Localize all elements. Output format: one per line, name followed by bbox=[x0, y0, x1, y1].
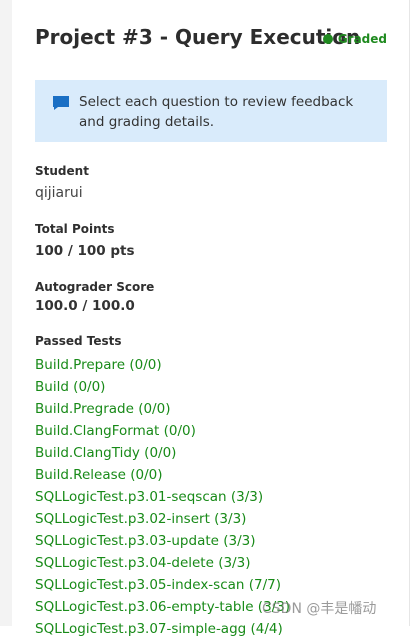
status-label: Graded bbox=[337, 32, 387, 46]
test-link[interactable]: Build.Pregrade (0/0) bbox=[35, 398, 405, 420]
test-link[interactable]: SQLLogicTest.p3.05-index-scan (7/7) bbox=[35, 574, 405, 596]
comment-icon bbox=[53, 96, 69, 110]
left-gutter bbox=[0, 0, 12, 626]
test-link[interactable]: Build.ClangFormat (0/0) bbox=[35, 420, 405, 442]
test-link[interactable]: Build.Prepare (0/0) bbox=[35, 354, 405, 376]
info-notice: Select each question to review feedback … bbox=[35, 80, 387, 142]
page-title: Project #3 - Query Execution bbox=[35, 25, 361, 49]
notice-text: Select each question to review feedback … bbox=[79, 94, 354, 130]
status-badge: Graded bbox=[322, 32, 387, 46]
test-link[interactable]: SQLLogicTest.p3.03-update (3/3) bbox=[35, 530, 405, 552]
test-link[interactable]: SQLLogicTest.p3.04-delete (3/3) bbox=[35, 552, 405, 574]
test-link[interactable]: Build.ClangTidy (0/0) bbox=[35, 442, 405, 464]
autograder-label: Autograder Score bbox=[35, 280, 155, 294]
test-link[interactable]: SQLLogicTest.p3.07-simple-agg (4/4) bbox=[35, 618, 405, 640]
panel-border bbox=[409, 0, 410, 626]
test-link[interactable]: SQLLogicTest.p3.01-seqscan (3/3) bbox=[35, 486, 405, 508]
test-link[interactable]: SQLLogicTest.p3.02-insert (3/3) bbox=[35, 508, 405, 530]
student-value: qijiarui bbox=[35, 185, 83, 201]
total-points-label: Total Points bbox=[35, 222, 115, 236]
test-link[interactable]: Build.Release (0/0) bbox=[35, 464, 405, 486]
test-link[interactable]: Build (0/0) bbox=[35, 376, 405, 398]
page-header: Project #3 - Query Execution Graded bbox=[35, 25, 390, 53]
status-dot-icon bbox=[322, 34, 333, 44]
total-points-value: 100 / 100 pts bbox=[35, 243, 135, 259]
student-label: Student bbox=[35, 164, 89, 178]
autograder-value: 100.0 / 100.0 bbox=[35, 298, 135, 314]
passed-tests-label: Passed Tests bbox=[35, 334, 122, 348]
watermark: CSDN @丰是幡动 bbox=[262, 601, 377, 617]
